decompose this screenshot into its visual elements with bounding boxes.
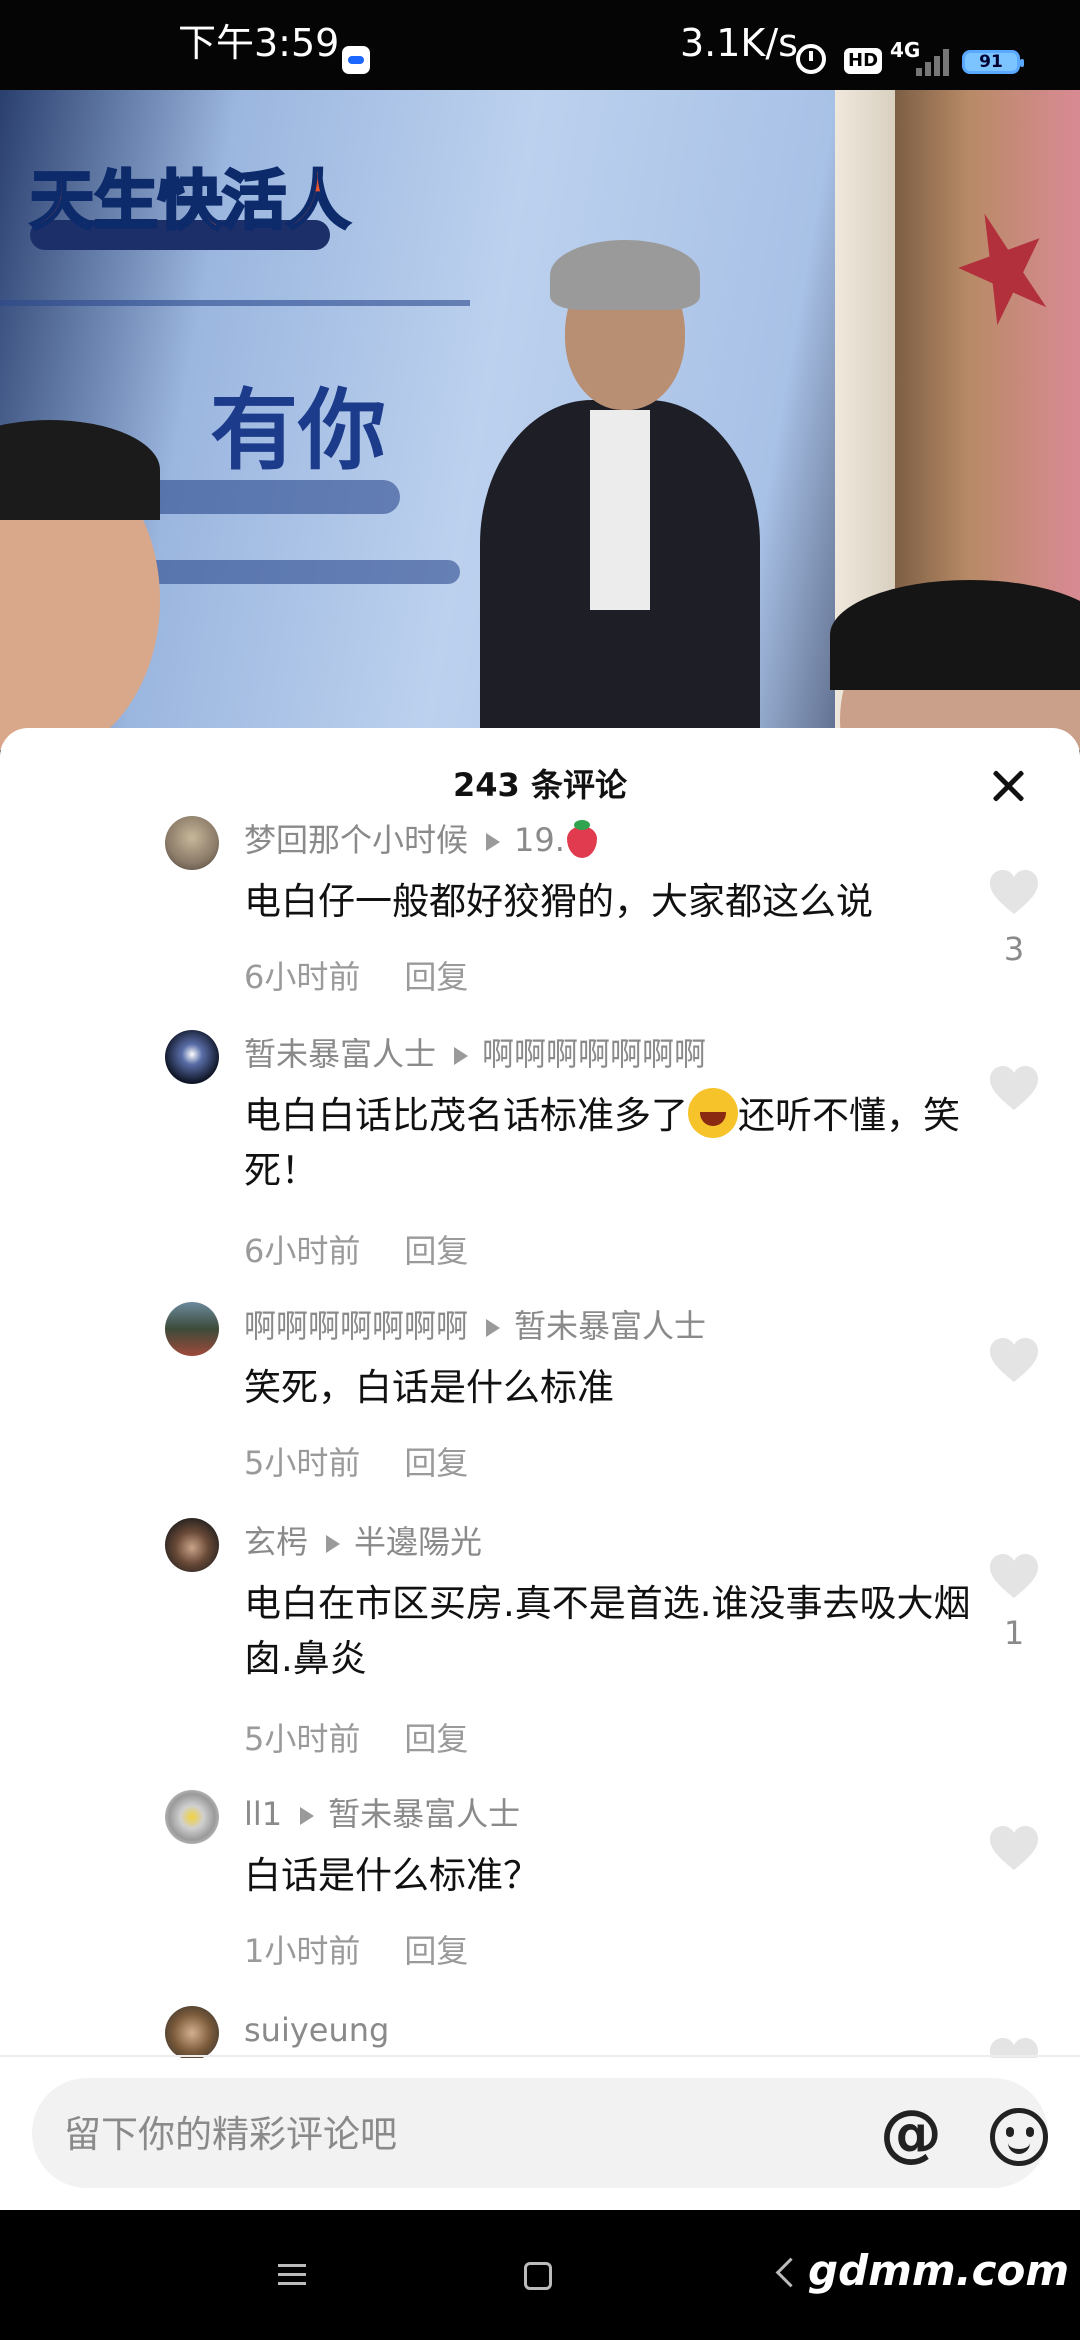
comment-meta: 梦回那个小时候 19. [244, 818, 597, 862]
banner-stripe [130, 560, 460, 584]
reply-to-username[interactable]: 暂未暴富人士 [514, 1307, 706, 1345]
comment-footer: 6小时前 回复 [244, 1226, 468, 1272]
comment-username[interactable]: 啊啊啊啊啊啊啊 [244, 1307, 468, 1345]
avatar[interactable] [165, 1030, 219, 1084]
comment-input-bar: 留下你的精彩评论吧 @ [0, 2058, 1080, 2210]
reply-to-username[interactable]: 啊啊啊啊啊啊啊 [482, 1035, 706, 1073]
reply-button[interactable]: 回复 [404, 1232, 468, 1270]
reply-arrow-icon [326, 1535, 341, 1553]
comments-sheet: 243 条评论 梦回那个小时候 19. 电白仔一般都好狡猾的，大家都这么说 6小时… [0, 728, 1080, 2058]
show-logo: 天生快活人 [29, 164, 352, 241]
comment-meta: suiyeung [244, 2008, 389, 2052]
menu-icon[interactable] [278, 2264, 306, 2286]
app-notification-icon [342, 46, 370, 74]
comment-text-part: 电白白话比茂名话标准多了 [244, 1094, 688, 1137]
comment-text: 电白白话比茂名话标准多了 还听不懂，笑死！ [244, 1088, 974, 1198]
reply-to-username[interactable]: 半邊陽光 [354, 1523, 482, 1561]
host-right-hair [830, 580, 1080, 690]
avatar[interactable] [165, 816, 219, 870]
comment-text: 笑死，白话是什么标准 [244, 1366, 614, 1409]
divider [0, 2055, 1080, 2057]
reply-arrow-icon [454, 1047, 469, 1065]
banner-stripe [0, 300, 470, 306]
avatar[interactable] [165, 2006, 219, 2058]
comment-time: 6小时前 [244, 958, 361, 996]
comment-time: 5小时前 [244, 1444, 361, 1482]
emoji-icon[interactable] [990, 2108, 1048, 2166]
comment-time: 1小时前 [244, 1932, 361, 1970]
comment-meta: ll1 暂未暴富人士 [244, 1792, 520, 1836]
like-icon[interactable] [988, 1336, 1040, 1384]
like-count: 3 [1003, 930, 1025, 968]
comment-username[interactable]: 暂未暴富人士 [244, 1035, 436, 1073]
battery-icon: 91 [962, 50, 1024, 74]
status-time: 下午3:59 [178, 21, 340, 65]
comment-footer: 1小时前 回复 [244, 1926, 468, 1972]
comment-input[interactable]: 留下你的精彩评论吧 @ [32, 2078, 1048, 2188]
system-nav-bar: gdmm.com [0, 2210, 1080, 2340]
like-icon[interactable] [988, 1064, 1040, 1112]
close-icon[interactable] [990, 768, 1026, 804]
reply-to-username[interactable]: 19. [514, 821, 565, 859]
like-count: 1 [1003, 1614, 1025, 1652]
network-speed: 3.1K/s [680, 21, 798, 65]
strawberry-icon [566, 820, 597, 858]
comment-footer: 6小时前 回复 [244, 952, 468, 998]
reply-arrow-icon [486, 833, 501, 851]
at-mention-icon[interactable]: @ [880, 2100, 942, 2166]
avatar[interactable] [165, 1518, 219, 1572]
comment-username[interactable]: suiyeung [244, 2011, 389, 2049]
status-bar: 下午3:59 3.1K/s HD 4G 91 [0, 0, 1080, 90]
avatar[interactable] [165, 1790, 219, 1844]
comment-footer: 5小时前 回复 [244, 1438, 468, 1484]
signal-icon [916, 48, 952, 76]
like-icon[interactable] [988, 1552, 1040, 1600]
comment-input-placeholder: 留下你的精彩评论吧 [64, 2113, 397, 2156]
poster-person [470, 230, 770, 750]
video-player[interactable]: 天生快活人 有你 [0, 90, 1080, 750]
watermark: gdmm.com [808, 2246, 1070, 2295]
like-icon[interactable] [988, 1824, 1040, 1872]
reply-to-username[interactable]: 暂未暴富人士 [328, 1795, 520, 1833]
comment-username[interactable]: 梦回那个小时候 [244, 821, 468, 859]
reply-arrow-icon [300, 1807, 315, 1825]
alarm-icon [796, 44, 826, 74]
comment-text: 电白仔一般都好狡猾的，大家都这么说 [244, 880, 873, 923]
hd-icon: HD [844, 48, 883, 74]
home-icon[interactable] [524, 2262, 552, 2290]
reply-button[interactable]: 回复 [404, 1720, 468, 1758]
comment-text: 白话是什么标准？ [244, 1854, 540, 1897]
comments-count-title: 243 条评论 [453, 766, 627, 804]
banner-title: 有你 [210, 379, 387, 482]
comment-footer: 5小时前 回复 [244, 1714, 468, 1760]
comment-username[interactable]: 玄枵 [244, 1523, 308, 1561]
reply-arrow-icon [486, 1319, 501, 1337]
rofl-emoji-icon [688, 1088, 738, 1138]
avatar[interactable] [165, 1302, 219, 1356]
back-icon[interactable] [775, 2257, 806, 2288]
comment-meta: 啊啊啊啊啊啊啊 暂未暴富人士 [244, 1304, 706, 1348]
host-left-hair [0, 420, 160, 520]
comment-username[interactable]: ll1 [244, 1795, 282, 1833]
comment-time: 5小时前 [244, 1720, 361, 1758]
reply-button[interactable]: 回复 [404, 1932, 468, 1970]
comment-time: 6小时前 [244, 1232, 361, 1270]
reply-button[interactable]: 回复 [404, 958, 468, 996]
comment-meta: 玄枵 半邊陽光 [244, 1520, 482, 1564]
like-icon[interactable] [988, 868, 1040, 916]
comment-meta: 暂未暴富人士 啊啊啊啊啊啊啊 [244, 1032, 706, 1076]
reply-button[interactable]: 回复 [404, 1444, 468, 1482]
comment-text: 电白在市区买房.真不是首选.谁没事去吸大烟囱.鼻炎 [244, 1582, 971, 1680]
